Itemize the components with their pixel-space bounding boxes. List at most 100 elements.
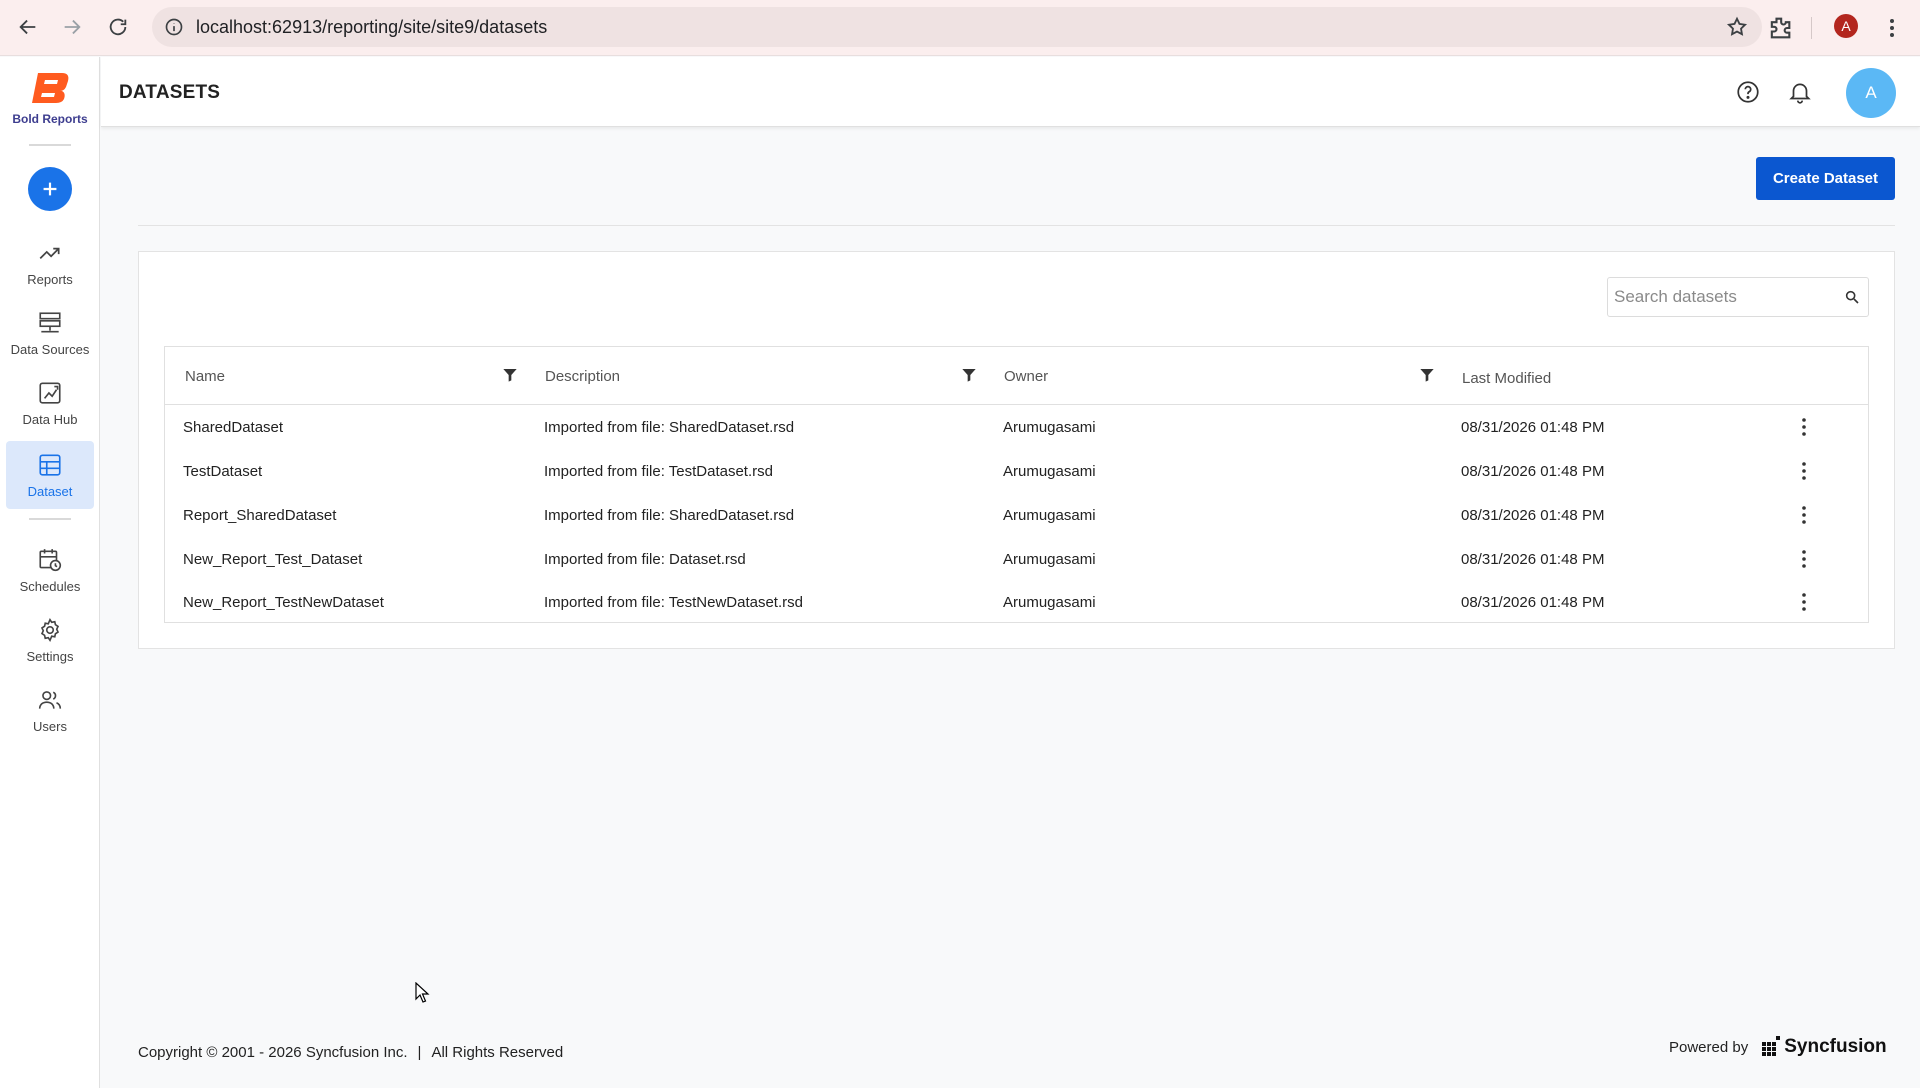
footer-powered-by: Powered by Syncfusion [1669, 1036, 1887, 1058]
cell-last-modified: 08/31/2026 01:48 PM [1461, 550, 1605, 568]
users-icon [38, 690, 62, 709]
calendar-clock-icon [39, 548, 62, 571]
column-header-description[interactable]: Description [545, 347, 620, 405]
cell-owner: Arumugasami [1003, 593, 1096, 611]
browser-toolbar: localhost:62913/reporting/site/site9/dat… [0, 0, 1920, 56]
back-button[interactable] [6, 5, 50, 49]
cell-name[interactable]: Report_SharedDataset [183, 493, 336, 537]
search-input[interactable] [1608, 278, 1828, 316]
cell-owner: Arumugasami [1003, 462, 1096, 480]
browser-menu-icon[interactable] [1880, 14, 1904, 42]
more-options-icon[interactable] [1798, 459, 1810, 483]
cell-owner: Arumugasami [1003, 506, 1096, 524]
table-row[interactable]: Report_SharedDataset Imported from file:… [165, 493, 1868, 537]
page-title: DATASETS [119, 82, 221, 103]
sidebar-item-schedules[interactable]: Schedules [6, 538, 94, 602]
search-box[interactable] [1607, 277, 1869, 317]
table-row[interactable]: TestDataset Imported from file: TestData… [165, 449, 1868, 493]
reload-button[interactable] [96, 5, 140, 49]
powered-by-text: Powered by [1669, 1038, 1749, 1056]
add-button[interactable] [28, 167, 72, 211]
sidebar-item-label: Dataset [27, 483, 73, 499]
data-hub-icon [39, 381, 61, 404]
cell-last-modified: 08/31/2026 01:48 PM [1461, 462, 1605, 480]
cell-description: Imported from file: SharedDataset.rsd [544, 506, 795, 524]
cell-owner: Arumugasami [1003, 550, 1096, 568]
column-header-last-modified[interactable]: Last Modified [1462, 349, 1551, 407]
sidebar-item-label: Settings [26, 648, 74, 664]
cell-name[interactable]: TestDataset [183, 449, 262, 493]
help-icon[interactable] [1735, 79, 1761, 105]
extensions-icon[interactable] [1766, 14, 1794, 42]
sidebar-item-data-sources[interactable]: Data Sources [6, 301, 94, 365]
cell-description: Imported from file: SharedDataset.rsd [544, 418, 795, 436]
table-row[interactable]: New_Report_TestNewDataset Imported from … [165, 580, 1868, 624]
trending-up-icon [39, 247, 60, 259]
sidebar-item-dataset[interactable]: Dataset [6, 441, 94, 509]
footer-copyright: Copyright © 2001 - 2026 Syncfusion Inc. |… [138, 1044, 563, 1061]
more-options-icon[interactable] [1798, 547, 1810, 571]
sidebar-item-settings[interactable]: Settings [6, 608, 94, 672]
mouse-cursor-icon [415, 982, 430, 1003]
datasets-table: Name Description Owner Last Modified Sha… [164, 346, 1869, 623]
filter-icon[interactable] [961, 367, 977, 383]
syncfusion-logo[interactable]: Syncfusion [1762, 1036, 1887, 1058]
cell-name[interactable]: New_Report_Test_Dataset [183, 537, 362, 581]
address-bar[interactable]: localhost:62913/reporting/site/site9/dat… [152, 7, 1762, 47]
plus-icon [43, 182, 57, 196]
gear-icon [40, 617, 60, 642]
syncfusion-logo-icon [1762, 1036, 1781, 1056]
more-options-icon[interactable] [1798, 590, 1810, 614]
cell-name[interactable]: New_Report_TestNewDataset [183, 580, 384, 624]
sidebar-item-label: Schedules [19, 578, 81, 594]
sidebar-item-label: Data Sources [10, 341, 90, 357]
arrow-right-icon [64, 19, 81, 35]
site-info-icon[interactable] [164, 17, 184, 37]
content-divider [138, 225, 1895, 226]
arrow-left-icon [19, 19, 36, 35]
create-dataset-button[interactable]: Create Dataset [1756, 157, 1895, 200]
cell-last-modified: 08/31/2026 01:48 PM [1461, 593, 1605, 611]
app-header: DATASETS A [101, 57, 1920, 127]
syncfusion-wordmark: Syncfusion [1784, 1036, 1887, 1057]
footer-separator: | [417, 1044, 422, 1061]
sidebar-item-reports[interactable]: Reports [6, 231, 94, 295]
cell-name[interactable]: SharedDataset [183, 405, 283, 449]
more-options-icon[interactable] [1798, 503, 1810, 527]
cell-description: Imported from file: TestDataset.rsd [544, 462, 773, 480]
brand[interactable]: Bold Reports [0, 69, 100, 126]
sidebar-item-users[interactable]: Users [6, 678, 94, 742]
filter-icon[interactable] [502, 367, 518, 383]
table-row[interactable]: SharedDataset Imported from file: Shared… [165, 405, 1868, 449]
sidebar-item-data-hub[interactable]: Data Hub [6, 371, 94, 435]
sidebar-item-label: Users [33, 718, 67, 734]
cell-last-modified: 08/31/2026 01:48 PM [1461, 506, 1605, 524]
cell-description: Imported from file: Dataset.rsd [544, 550, 746, 568]
copyright-text: Copyright © 2001 - 2026 Syncfusion Inc. [138, 1044, 408, 1061]
user-avatar[interactable]: A [1846, 68, 1896, 118]
bookmark-star-icon[interactable] [1726, 16, 1748, 38]
cell-owner: Arumugasami [1003, 418, 1096, 436]
url-text: localhost:62913/reporting/site/site9/dat… [196, 16, 548, 37]
sidebar-divider [29, 518, 71, 520]
column-header-name[interactable]: Name [185, 347, 225, 405]
filter-icon[interactable] [1419, 367, 1435, 383]
sidebar: Bold Reports Reports Data Sources Data H… [0, 57, 100, 1088]
bold-reports-logo-icon [32, 73, 69, 103]
data-sources-icon [39, 311, 61, 332]
column-header-owner[interactable]: Owner [1004, 347, 1048, 405]
browser-profile-avatar[interactable]: A [1834, 14, 1858, 38]
bell-icon[interactable] [1787, 79, 1813, 105]
table-row[interactable]: New_Report_Test_Dataset Imported from fi… [165, 537, 1868, 581]
forward-button[interactable] [50, 5, 94, 49]
sidebar-item-label: Data Hub [22, 411, 78, 427]
rights-text: All Rights Reserved [431, 1044, 564, 1061]
dataset-icon [39, 453, 61, 476]
cell-last-modified: 08/31/2026 01:48 PM [1461, 418, 1605, 436]
sidebar-item-label: Reports [27, 271, 73, 287]
search-icon[interactable] [1844, 289, 1860, 305]
table-header: Name Description Owner Last Modified [165, 347, 1868, 405]
reload-icon [109, 18, 127, 36]
cell-description: Imported from file: TestNewDataset.rsd [544, 593, 803, 611]
more-options-icon[interactable] [1798, 415, 1810, 439]
